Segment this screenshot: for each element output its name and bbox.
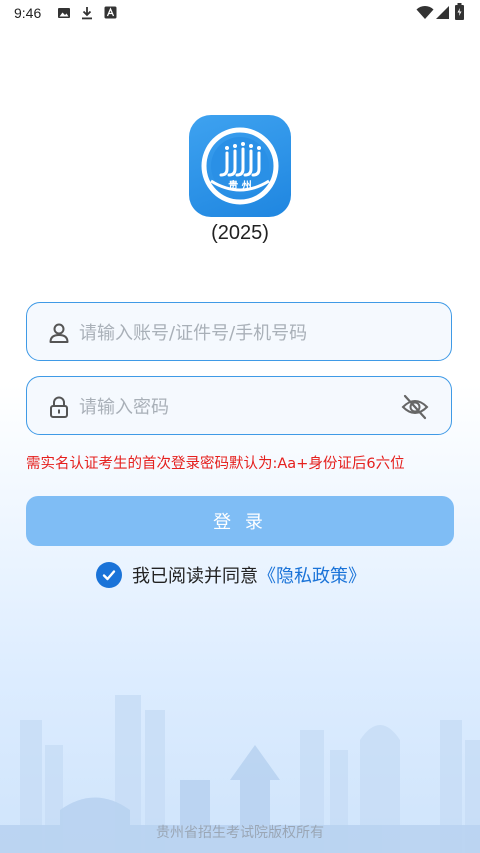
password-notice: 需实名认证考生的首次登录密码默认为:Aa+身份证后6六位	[26, 456, 405, 472]
signal-icon	[436, 6, 449, 19]
agreement-checkbox[interactable]	[96, 562, 122, 588]
privacy-policy-link[interactable]: 《隐私政策》	[258, 562, 366, 588]
check-icon	[102, 570, 116, 581]
agreement-row: 我已阅读并同意 《隐私政策》	[96, 561, 366, 589]
logo-text: 贵 州	[228, 181, 252, 192]
login-button[interactable]: 登 录	[26, 496, 454, 546]
download-icon	[82, 7, 92, 20]
logo-emblem-icon	[201, 127, 279, 205]
footer-copyright: 贵州省招生考试院版权所有	[156, 825, 324, 841]
password-input[interactable]	[77, 389, 401, 425]
wifi-icon	[416, 5, 434, 19]
lock-icon	[50, 396, 68, 418]
font-icon	[104, 6, 117, 19]
user-icon	[49, 323, 69, 343]
status-bar: 9:46	[0, 0, 480, 28]
eye-off-icon[interactable]	[401, 393, 429, 421]
username-field[interactable]	[26, 302, 452, 361]
app-logo: 贵 州	[189, 115, 291, 217]
version-label: (2025)	[211, 222, 269, 244]
username-input[interactable]	[77, 315, 401, 351]
status-time: 9:46	[14, 5, 42, 21]
agreement-text: 我已阅读并同意	[132, 566, 258, 587]
battery-icon	[455, 3, 464, 20]
password-field[interactable]	[26, 376, 452, 435]
image-icon	[58, 8, 70, 18]
